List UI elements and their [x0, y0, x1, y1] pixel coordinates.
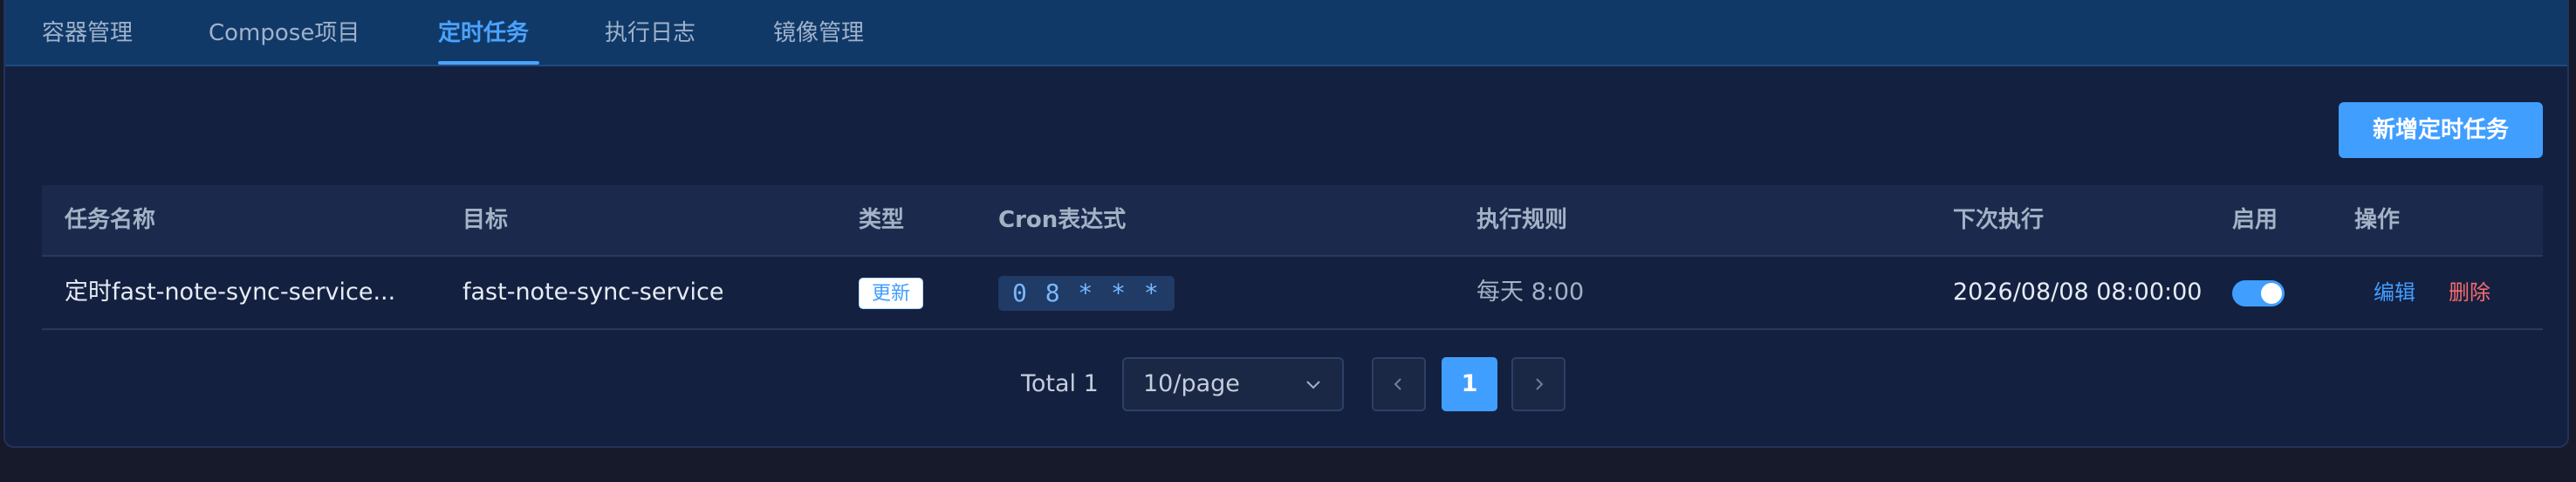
column-header-type: 类型 — [859, 207, 905, 233]
column-header-cron: Cron表达式 — [998, 207, 1127, 233]
page-size-value: 10/page — [1143, 370, 1240, 397]
tab-images[interactable]: 镜像管理 — [773, 17, 864, 49]
column-header-name: 任务名称 — [65, 207, 156, 233]
delete-link[interactable]: 删除 — [2449, 257, 2490, 328]
column-header-next-run: 下次执行 — [1953, 207, 2045, 233]
add-scheduled-task-button[interactable]: 新增定时任务 — [2339, 102, 2543, 158]
toggle-knob — [2261, 283, 2282, 304]
tab-containers[interactable]: 容器管理 — [42, 17, 133, 49]
table-row: 定时fast-note-sync-service... fast-note-sy… — [42, 257, 2543, 330]
column-header-enabled: 启用 — [2232, 207, 2278, 233]
page-number-button[interactable]: 1 — [1442, 357, 1497, 411]
chevron-right-icon — [1536, 378, 1544, 390]
chevron-down-icon — [1306, 381, 1320, 389]
pagination-total: Total 1 — [1021, 370, 1099, 397]
column-header-actions: 操作 — [2354, 207, 2401, 233]
cron-expression-tag: 0 8 * * * — [998, 276, 1175, 311]
tab-logs[interactable]: 执行日志 — [605, 17, 695, 49]
edit-link[interactable]: 编辑 — [2374, 257, 2415, 328]
cron-task-panel: 容器管理 Compose项目 定时任务 执行日志 镜像管理 新增定时任务 任务名… — [3, 0, 2569, 448]
next-page-button[interactable] — [1511, 357, 1565, 411]
column-header-rule: 执行规则 — [1476, 207, 1568, 233]
column-header-target: 目标 — [462, 207, 509, 233]
tab-scheduled-tasks[interactable]: 定时任务 — [438, 17, 529, 49]
task-name-cell: 定时fast-note-sync-service... — [65, 279, 396, 306]
chevron-left-icon — [1394, 378, 1401, 390]
active-tab-indicator — [438, 61, 539, 65]
task-type-badge: 更新 — [859, 278, 924, 309]
table-header: 任务名称 目标 类型 Cron表达式 执行规则 下次执行 启用 操作 — [42, 185, 2543, 257]
enabled-toggle[interactable] — [2232, 280, 2285, 306]
tab-compose[interactable]: Compose项目 — [209, 17, 360, 49]
task-target-cell: fast-note-sync-service — [462, 279, 724, 306]
prev-page-button[interactable] — [1372, 357, 1426, 411]
next-run-cell: 2026/08/08 08:00:00 — [1953, 279, 2203, 306]
tab-bar: 容器管理 Compose项目 定时任务 执行日志 镜像管理 — [5, 0, 2567, 66]
page-size-select[interactable]: 10/page — [1122, 357, 1344, 411]
task-table: 任务名称 目标 类型 Cron表达式 执行规则 下次执行 启用 操作 定时fas… — [42, 185, 2543, 330]
task-rule-cell: 每天 8:00 — [1476, 279, 1585, 306]
